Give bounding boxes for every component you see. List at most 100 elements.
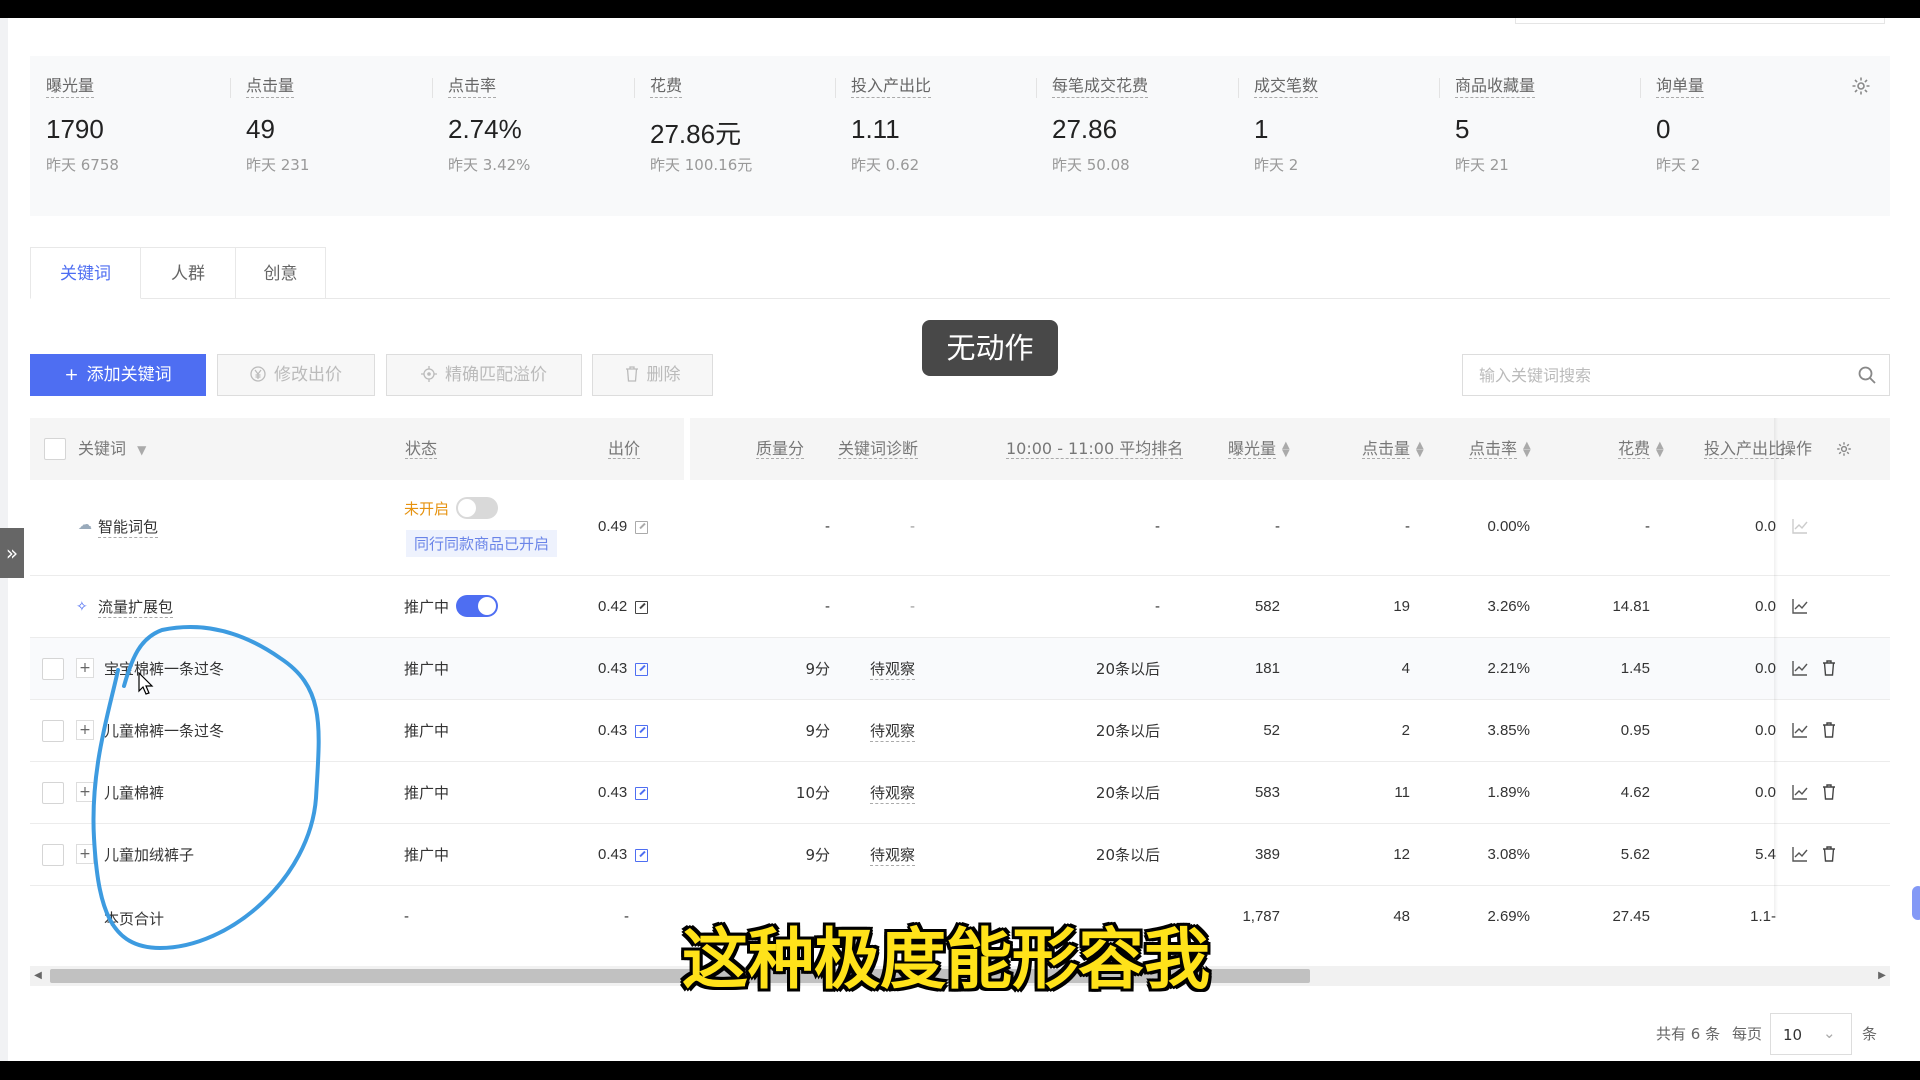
row-checkbox[interactable] bbox=[42, 782, 64, 804]
sort-icon[interactable]: ▲ ▼ bbox=[1523, 440, 1531, 458]
divider bbox=[1238, 78, 1239, 98]
cloud-icon: ☁ bbox=[78, 516, 92, 532]
quality-score: - bbox=[825, 598, 830, 615]
sort-icon[interactable]: ▲ ▼ bbox=[1416, 440, 1424, 458]
trash-icon[interactable] bbox=[1822, 722, 1838, 738]
diagnosis[interactable]: 待观察 bbox=[870, 844, 916, 866]
button-label: 精确匹配溢价 bbox=[445, 365, 547, 385]
header-label[interactable]: 关键词诊断 bbox=[838, 440, 919, 459]
stat-label[interactable]: 点击率 bbox=[448, 76, 497, 98]
filter-icon[interactable]: ▼ bbox=[137, 443, 146, 457]
header-label[interactable]: 投入产出比 bbox=[1704, 440, 1784, 459]
edit-icon[interactable] bbox=[635, 520, 649, 534]
search-icon[interactable] bbox=[1857, 365, 1877, 385]
ctr: 0.00% bbox=[1487, 518, 1530, 535]
chart-icon[interactable] bbox=[1792, 722, 1808, 738]
diagnosis[interactable]: 待观察 bbox=[870, 720, 916, 742]
chart-icon[interactable] bbox=[1792, 598, 1808, 614]
stat-value: 2.74% bbox=[448, 114, 522, 144]
header-label[interactable]: 质量分 bbox=[756, 440, 805, 459]
diagnosis[interactable]: 待观察 bbox=[870, 658, 916, 680]
scroll-right-arrow[interactable]: ▶ bbox=[1874, 966, 1890, 986]
table-row: + 宝宝棉裤一条过冬 推广中 0.43 9分 待观察 20条以后 181 4 2… bbox=[30, 638, 1890, 700]
exact-match-premium-button[interactable]: 精确匹配溢价 bbox=[386, 354, 582, 396]
keyword-name[interactable]: 智能词包 bbox=[98, 516, 159, 538]
edit-icon[interactable] bbox=[635, 662, 649, 676]
header-actions: 操作 bbox=[1780, 418, 1812, 480]
sidebar-expand-button[interactable]: » bbox=[0, 528, 24, 578]
select-all-checkbox[interactable] bbox=[44, 438, 66, 460]
header-impressions[interactable]: 曝光量 ▲ ▼ bbox=[1228, 418, 1290, 480]
keyword-name[interactable]: 宝宝棉裤一条过冬 bbox=[104, 658, 224, 679]
fixed-column-shadow bbox=[1774, 418, 1778, 918]
stat-clicks: 点击量 49 昨天 231 bbox=[230, 56, 430, 216]
keyword-name[interactable]: 儿童棉裤一条过冬 bbox=[104, 720, 224, 741]
edit-icon[interactable] bbox=[635, 848, 649, 862]
header-label[interactable]: 出价 bbox=[608, 440, 641, 459]
header-label: 操作 bbox=[1780, 439, 1813, 458]
total-status: - bbox=[404, 908, 409, 925]
scroll-left-arrow[interactable]: ◀ bbox=[30, 966, 46, 986]
tab-audience[interactable]: 人群 bbox=[140, 247, 236, 299]
keyword-name[interactable]: 儿童棉裤 bbox=[104, 782, 164, 803]
trash-icon[interactable] bbox=[1822, 784, 1838, 800]
quality-score: 9分 bbox=[805, 722, 830, 740]
trash-icon[interactable] bbox=[1822, 846, 1838, 862]
chart-icon[interactable] bbox=[1792, 518, 1808, 534]
chart-icon[interactable] bbox=[1792, 846, 1808, 862]
delete-button[interactable]: 删除 bbox=[592, 354, 713, 396]
stat-favorites: 商品收藏量 5 昨天 21 bbox=[1439, 56, 1639, 216]
header-keyword: 关键词 ▼ bbox=[78, 418, 146, 480]
stat-label[interactable]: 投入产出比 bbox=[851, 76, 932, 98]
tab-creative[interactable]: 创意 bbox=[235, 247, 326, 299]
add-keyword-button[interactable]: + 添加关键词 bbox=[30, 354, 206, 396]
tab-keywords[interactable]: 关键词 bbox=[30, 247, 141, 299]
diagnosis[interactable]: 待观察 bbox=[870, 782, 916, 804]
total-roi: 1.1- bbox=[1750, 908, 1776, 925]
chart-icon[interactable] bbox=[1792, 784, 1808, 800]
avg-rank: 20条以后 bbox=[1095, 722, 1160, 740]
expand-row-button[interactable]: + bbox=[76, 782, 94, 802]
header-cost[interactable]: 花费 ▲ ▼ bbox=[1618, 418, 1664, 480]
edit-icon[interactable] bbox=[635, 724, 649, 738]
header-label: 点击率 bbox=[1469, 439, 1518, 459]
row-checkbox[interactable] bbox=[42, 658, 64, 680]
avg-rank: 20条以后 bbox=[1095, 784, 1160, 802]
plus-icon: + bbox=[64, 365, 79, 385]
stat-label[interactable]: 每笔成交花费 bbox=[1052, 76, 1149, 98]
row-checkbox[interactable] bbox=[42, 720, 64, 742]
chart-icon[interactable] bbox=[1792, 660, 1808, 676]
sort-icon[interactable]: ▲ ▼ bbox=[1656, 440, 1664, 458]
stat-label[interactable]: 成交笔数 bbox=[1254, 76, 1319, 98]
stat-label[interactable]: 花费 bbox=[650, 76, 683, 98]
keyword-name[interactable]: 儿童加绒裤子 bbox=[104, 844, 194, 865]
stat-previous: 昨天 2 bbox=[1656, 156, 1701, 174]
page-size-select[interactable]: 10 ⌄ bbox=[1770, 1013, 1852, 1055]
header-ctr[interactable]: 点击率 ▲ ▼ bbox=[1469, 418, 1531, 480]
keyword-name[interactable]: 流量扩展包 bbox=[98, 596, 174, 618]
stat-value: 1.11 bbox=[851, 114, 900, 144]
gear-icon[interactable] bbox=[1850, 76, 1872, 98]
stat-label[interactable]: 询单量 bbox=[1656, 76, 1705, 98]
stat-label[interactable]: 点击量 bbox=[246, 76, 295, 98]
keyword-search-input[interactable] bbox=[1479, 355, 1839, 395]
status-toggle[interactable] bbox=[456, 595, 498, 617]
expand-row-button[interactable]: + bbox=[76, 844, 94, 864]
header-label[interactable]: 10:00 - 11:00 平均排名 bbox=[1006, 440, 1184, 459]
status-toggle[interactable] bbox=[456, 497, 498, 519]
trash-icon[interactable] bbox=[1822, 660, 1838, 676]
expand-row-button[interactable]: + bbox=[76, 720, 94, 740]
edit-icon[interactable] bbox=[635, 786, 649, 800]
sort-icon[interactable]: ▲ ▼ bbox=[1282, 440, 1290, 458]
side-widget[interactable] bbox=[1912, 886, 1920, 920]
header-label[interactable]: 状态 bbox=[405, 440, 438, 459]
stat-label[interactable]: 商品收藏量 bbox=[1455, 76, 1536, 98]
row-checkbox[interactable] bbox=[42, 844, 64, 866]
stat-label[interactable]: 曝光量 bbox=[46, 76, 95, 98]
edit-icon[interactable] bbox=[635, 600, 649, 614]
modify-bid-button[interactable]: 修改出价 bbox=[217, 354, 375, 396]
table-settings-icon[interactable] bbox=[1836, 418, 1852, 480]
header-clicks[interactable]: 点击量 ▲ ▼ bbox=[1362, 418, 1424, 480]
ctr: 1.89% bbox=[1487, 784, 1530, 801]
expand-row-button[interactable]: + bbox=[76, 658, 94, 678]
